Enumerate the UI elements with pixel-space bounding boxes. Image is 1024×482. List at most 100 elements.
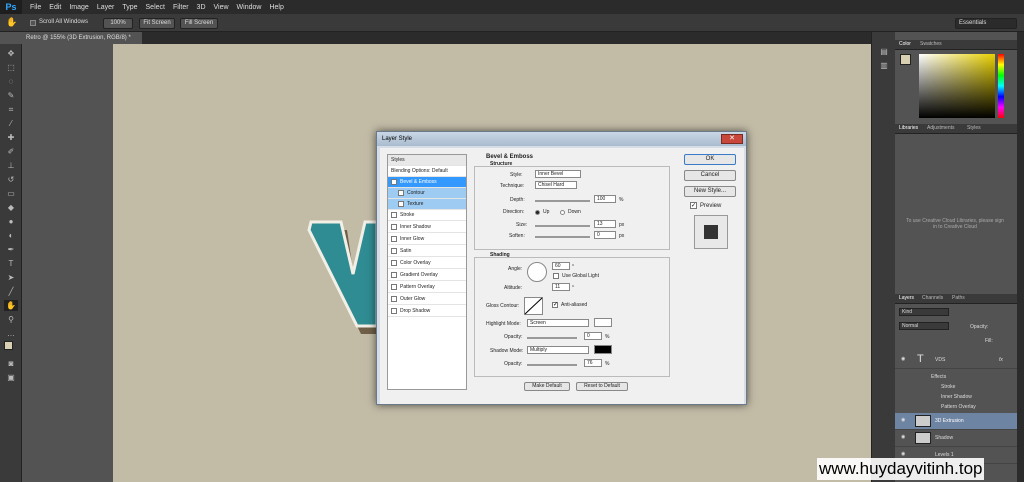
technique-select[interactable]: Chisel Hard xyxy=(535,181,577,189)
angle-input[interactable]: 60 xyxy=(552,262,570,270)
effect-pattern-overlay[interactable]: Pattern Overlay xyxy=(941,404,976,410)
stamp-tool-icon[interactable]: ⊥ xyxy=(4,160,18,171)
layer-row-vds[interactable]: ◉ T VDS fx xyxy=(895,352,1017,369)
tab-libraries[interactable]: Libraries xyxy=(899,125,918,131)
effect-stroke[interactable]: Stroke xyxy=(941,384,955,390)
style-item-inner-shadow[interactable]: Inner Shadow xyxy=(388,222,466,233)
bucket-tool-icon[interactable]: ◆ xyxy=(4,202,18,213)
checkbox-icon[interactable] xyxy=(391,307,397,314)
style-item-contour[interactable]: Contour xyxy=(388,188,466,199)
menu-filter[interactable]: Filter xyxy=(173,4,189,11)
angle-dial[interactable] xyxy=(527,262,547,282)
depth-slider[interactable] xyxy=(535,200,590,202)
zoom-tool-icon[interactable]: ⚲ xyxy=(4,314,18,325)
new-style-button[interactable]: New Style... xyxy=(684,186,736,197)
shadow-mode-select[interactable]: Multiply xyxy=(527,346,589,354)
menu-file[interactable]: File xyxy=(30,4,41,11)
brush-tool-icon[interactable]: ✐ xyxy=(4,146,18,157)
blend-mode-select[interactable]: Normal xyxy=(899,322,949,330)
document-tab[interactable]: Retro @ 155% (3D Extrusion, RGB/8) * xyxy=(22,32,142,44)
eyedropper-tool-icon[interactable]: ⁄ xyxy=(4,118,18,129)
effect-inner-shadow[interactable]: Inner Shadow xyxy=(941,394,972,400)
anti-aliased-checkbox[interactable]: ✓ xyxy=(552,302,558,308)
layer-row-shadow[interactable]: ◉ Shadow xyxy=(895,430,1017,447)
tab-swatches[interactable]: Swatches xyxy=(920,41,942,47)
style-item-texture[interactable]: Texture xyxy=(388,199,466,210)
history-brush-icon[interactable]: ↺ xyxy=(4,174,18,185)
lasso-tool-icon[interactable]: ◌ xyxy=(4,76,18,87)
style-item-gradient-overlay[interactable]: Gradient Overlay xyxy=(388,270,466,281)
checkbox-checked-icon[interactable] xyxy=(391,178,397,185)
checkbox-icon[interactable] xyxy=(398,200,404,207)
altitude-input[interactable]: 11 xyxy=(552,283,570,291)
checkbox-icon[interactable] xyxy=(391,295,397,302)
scroll-all-windows-checkbox[interactable] xyxy=(30,20,36,26)
gloss-contour-preview[interactable] xyxy=(524,297,544,315)
make-default-button[interactable]: Make Default xyxy=(524,382,570,391)
checkbox-icon[interactable] xyxy=(391,211,397,218)
eraser-tool-icon[interactable]: ▭ xyxy=(4,188,18,199)
crop-tool-icon[interactable]: ⌗ xyxy=(4,104,18,115)
quick-select-tool-icon[interactable]: ✎ xyxy=(4,90,18,101)
tab-color[interactable]: Color xyxy=(899,41,911,47)
menu-view[interactable]: View xyxy=(214,4,229,11)
checkbox-icon[interactable] xyxy=(391,247,397,254)
history-panel-icon[interactable]: ▤ xyxy=(877,46,891,57)
direction-up-radio[interactable] xyxy=(535,210,540,215)
highlight-opacity-slider[interactable] xyxy=(527,337,577,339)
healing-tool-icon[interactable]: ✚ xyxy=(4,132,18,143)
tab-paths[interactable]: Paths xyxy=(952,295,965,301)
blending-options-item[interactable]: Blending Options: Default xyxy=(388,166,466,177)
type-tool-icon[interactable]: T xyxy=(4,258,18,269)
quick-mask-icon[interactable]: ◙ xyxy=(4,358,18,369)
dialog-title[interactable]: Layer Style xyxy=(377,132,746,146)
style-select[interactable]: Inner Bevel xyxy=(535,170,581,178)
shadow-color-swatch[interactable] xyxy=(594,345,612,354)
highlight-mode-select[interactable]: Screen xyxy=(527,319,589,327)
visibility-eye-icon[interactable]: ◉ xyxy=(901,356,905,362)
tab-styles[interactable]: Styles xyxy=(967,125,981,131)
soften-slider[interactable] xyxy=(535,236,590,238)
style-item-drop-shadow[interactable]: Drop Shadow xyxy=(388,306,466,317)
menu-window[interactable]: Window xyxy=(237,4,262,11)
visibility-eye-icon[interactable]: ◉ xyxy=(901,417,905,423)
menu-select[interactable]: Select xyxy=(146,4,165,11)
menu-edit[interactable]: Edit xyxy=(49,4,61,11)
more-tools-icon[interactable]: … xyxy=(4,328,18,339)
style-item-pattern-overlay[interactable]: Pattern Overlay xyxy=(388,282,466,293)
shadow-opacity-slider[interactable] xyxy=(527,364,577,366)
fx-icon[interactable]: fx xyxy=(999,357,1003,363)
properties-panel-icon[interactable]: ▥ xyxy=(877,60,891,71)
fit-screen-button[interactable]: Fit Screen xyxy=(139,18,175,29)
highlight-opacity-input[interactable]: 0 xyxy=(584,332,602,340)
shadow-opacity-input[interactable]: 76 xyxy=(584,359,602,367)
menu-type[interactable]: Type xyxy=(122,4,137,11)
marquee-tool-icon[interactable]: ⬚ xyxy=(4,62,18,73)
dodge-tool-icon[interactable]: ◐ xyxy=(4,230,18,241)
fill-screen-button[interactable]: Fill Screen xyxy=(180,18,218,29)
move-tool-icon[interactable]: ✥ xyxy=(4,48,18,59)
styles-header[interactable]: Styles xyxy=(388,155,466,166)
style-item-bevel-emboss[interactable]: Bevel & Emboss xyxy=(388,177,466,188)
checkbox-icon[interactable] xyxy=(398,189,404,196)
foreground-color-swatch[interactable] xyxy=(4,341,13,350)
highlight-color-swatch[interactable] xyxy=(594,318,612,327)
style-item-color-overlay[interactable]: Color Overlay xyxy=(388,258,466,269)
tab-layers[interactable]: Layers xyxy=(899,295,914,301)
reset-default-button[interactable]: Reset to Default xyxy=(576,382,628,391)
soften-input[interactable]: 0 xyxy=(594,231,616,239)
zoom-100-button[interactable]: 100% xyxy=(103,18,133,29)
size-slider[interactable] xyxy=(535,225,590,227)
style-item-satin[interactable]: Satin xyxy=(388,246,466,257)
size-input[interactable]: 13 xyxy=(594,220,616,228)
pen-tool-icon[interactable]: ✒ xyxy=(4,244,18,255)
panel-foreground-swatch[interactable] xyxy=(900,54,911,65)
color-field[interactable] xyxy=(919,54,995,118)
depth-input[interactable]: 100 xyxy=(594,195,616,203)
visibility-eye-icon[interactable]: ◉ xyxy=(901,434,905,440)
cancel-button[interactable]: Cancel xyxy=(684,170,736,181)
workspace-select[interactable]: Essentials xyxy=(955,18,1017,29)
style-item-inner-glow[interactable]: Inner Glow xyxy=(388,234,466,245)
blur-tool-icon[interactable]: ● xyxy=(4,216,18,227)
path-select-tool-icon[interactable]: ➤ xyxy=(4,272,18,283)
